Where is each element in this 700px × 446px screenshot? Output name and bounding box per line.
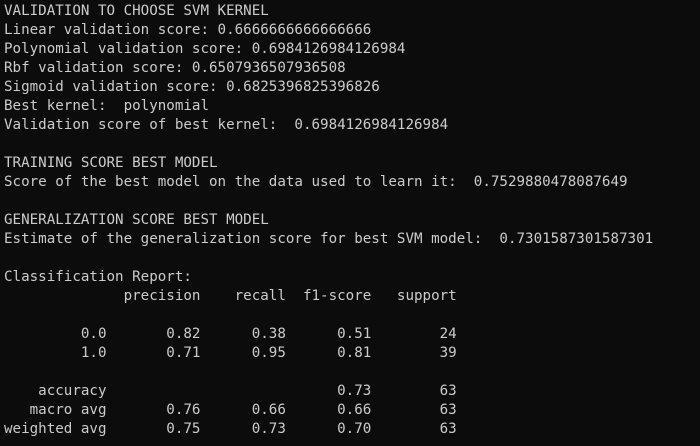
linear-validation-score: Linear validation score: 0.6666666666666… (4, 22, 372, 38)
report-row-class-0: 0.0 0.82 0.38 0.51 24 (4, 326, 457, 342)
report-row-weighted-avg: weighted avg 0.75 0.73 0.70 63 (4, 421, 457, 437)
section-header-generalization: GENERALIZATION SCORE BEST MODEL (4, 212, 269, 228)
report-header-row: precision recall f1-score support (4, 288, 457, 304)
classification-report-title: Classification Report: (4, 269, 192, 285)
best-kernel-validation-score: Validation score of best kernel: 0.69841… (4, 117, 449, 133)
report-row-macro-avg: macro avg 0.76 0.66 0.66 63 (4, 402, 457, 418)
section-header-training: TRAINING SCORE BEST MODEL (4, 155, 218, 171)
generalization-score-line: Estimate of the generalization score for… (4, 231, 654, 247)
sigmoid-validation-score: Sigmoid validation score: 0.682539682539… (4, 79, 380, 95)
section-header-validation: VALIDATION TO CHOOSE SVM KERNEL (4, 3, 269, 19)
report-row-class-1: 1.0 0.71 0.95 0.81 39 (4, 345, 457, 361)
terminal-output[interactable]: VALIDATION TO CHOOSE SVM KERNEL Linear v… (0, 0, 700, 446)
report-row-accuracy: accuracy 0.73 63 (4, 383, 457, 399)
training-score-line: Score of the best model on the data used… (4, 174, 628, 190)
rbf-validation-score: Rbf validation score: 0.6507936507936508 (4, 60, 346, 76)
polynomial-validation-score: Polynomial validation score: 0.698412698… (4, 41, 406, 57)
best-kernel-line: Best kernel: polynomial (4, 98, 209, 114)
